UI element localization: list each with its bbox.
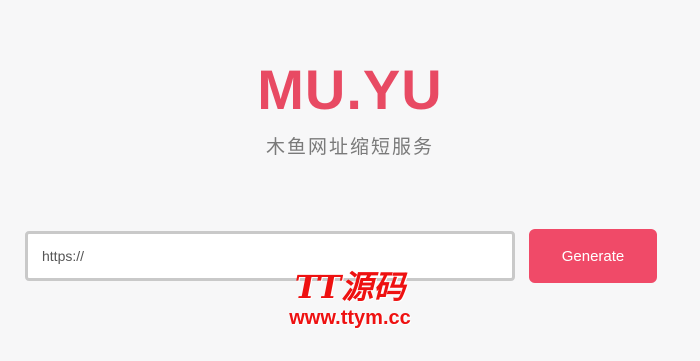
site-subtitle: 木鱼网址缩短服务: [265, 136, 434, 158]
watermark-url: www.ttym.cc: [289, 307, 411, 329]
generate-button[interactable]: Generate: [529, 229, 657, 283]
url-input[interactable]: [25, 231, 515, 281]
site-logo: MU.YU: [257, 58, 443, 121]
